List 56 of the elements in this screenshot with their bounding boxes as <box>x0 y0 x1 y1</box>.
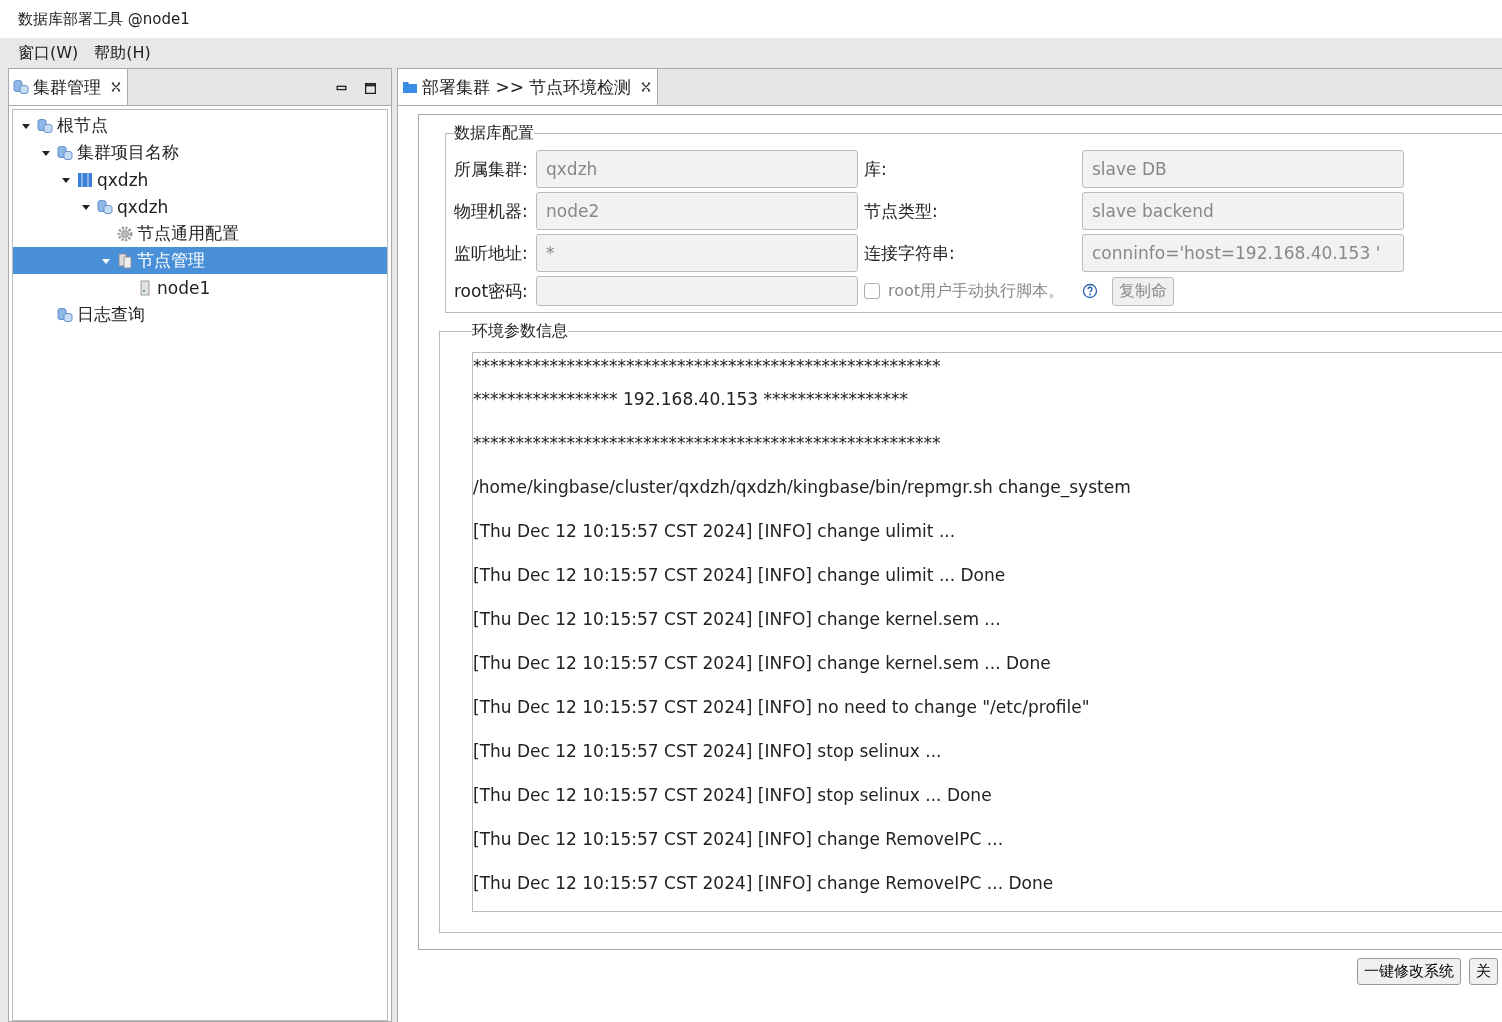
close-icon[interactable] <box>641 82 652 92</box>
checkbox[interactable] <box>864 283 880 299</box>
menu-item[interactable]: 帮助(H) <box>94 42 151 64</box>
gear-icon <box>117 225 133 242</box>
field-label: 连接字符串: <box>864 241 956 265</box>
help-icon[interactable] <box>1082 283 1098 299</box>
editor-tab[interactable]: 部署集群 >> 节点环境检测 <box>398 69 659 105</box>
log-line: [Thu Dec 12 10:15:57 CST 2024] [INFO] change RemoveIPC ... Done <box>473 872 1055 895</box>
field-label: 物理机器: <box>454 199 529 223</box>
server-icon <box>137 279 153 296</box>
field-label: 所属集群: <box>454 157 529 181</box>
tree-item[interactable]: 节点通用配置 <box>13 220 387 247</box>
log-line: [Thu Dec 12 10:15:57 CST 2024] [INFO] stop selinux ... <box>473 740 943 763</box>
action-button[interactable]: 一键修改系统 <box>1357 958 1461 985</box>
log-line: [Thu Dec 12 10:15:57 CST 2024] [INFO] change kernel.sem ... Done <box>473 652 1052 675</box>
log-line: [Thu Dec 12 10:15:57 CST 2024] [INFO] change kernel.sem ... <box>473 608 1002 631</box>
checkbox-label: root用户手动执行脚本。 <box>888 280 1065 302</box>
panel-tab[interactable]: 集群管理 <box>9 69 128 105</box>
log-line: ***************** 192.168.40.153 ***************** <box>473 388 909 411</box>
log-line: ******************************************************* <box>473 432 942 455</box>
tree-item[interactable]: node1 <box>13 274 387 301</box>
window-title: 数据库部署工具 @node1 <box>18 9 190 29</box>
field-label: 监听地址: <box>454 241 529 265</box>
database-icon <box>57 306 73 323</box>
field-label: root密码: <box>454 279 529 303</box>
log-line: [Thu Dec 12 10:15:57 CST 2024] [INFO] no need to change "/etc/profile" <box>473 696 1091 719</box>
database-icon <box>57 144 73 161</box>
tree-item[interactable]: 根节点 <box>13 112 387 139</box>
field-label: 库: <box>864 157 888 181</box>
database-icon <box>97 198 113 215</box>
database-icon <box>13 79 29 95</box>
maximize-icon[interactable] <box>364 82 377 95</box>
tree-item[interactable]: 集群项目名称 <box>13 139 387 166</box>
server-rack-icon <box>77 171 93 188</box>
log-line: /home/kingbase/cluster/qxdzh/qxdzh/kingbase/bin/repmgr.sh change_system <box>473 476 1132 500</box>
group-title: 环境参数信息 <box>472 321 568 342</box>
tree-item[interactable]: qxdzh <box>13 166 387 193</box>
menu-item[interactable]: 窗口(W) <box>18 42 79 64</box>
log-line: [Thu Dec 12 10:15:57 CST 2024] [INFO] change RemoveIPC ... <box>473 828 1005 851</box>
log-line: ******************************************************* <box>473 355 942 377</box>
tree-item[interactable]: qxdzh <box>13 193 387 220</box>
tab-label: 集群管理 <box>33 75 101 99</box>
log-line: [Thu Dec 12 10:15:57 CST 2024] [INFO] change ulimit ... Done <box>473 564 1007 587</box>
servers-icon <box>117 252 133 269</box>
group-title: 数据库配置 <box>454 123 534 144</box>
log-line: [Thu Dec 12 10:15:57 CST 2024] [INFO] change ulimit ... <box>473 520 957 543</box>
tree-item[interactable]: 日志查询 <box>13 301 387 328</box>
action-button[interactable]: 关 <box>1469 958 1498 985</box>
close-icon[interactable] <box>111 82 121 92</box>
database-icon <box>37 117 53 134</box>
log-area[interactable] <box>472 352 1502 912</box>
tab-label: 部署集群 >> 节点环境检测 <box>422 75 632 99</box>
log-line: [Thu Dec 12 10:15:57 CST 2024] [INFO] stop selinux ... Done <box>473 784 993 807</box>
password-field[interactable] <box>536 276 858 306</box>
field-label: 节点类型: <box>864 199 939 223</box>
folder-icon <box>402 79 418 95</box>
